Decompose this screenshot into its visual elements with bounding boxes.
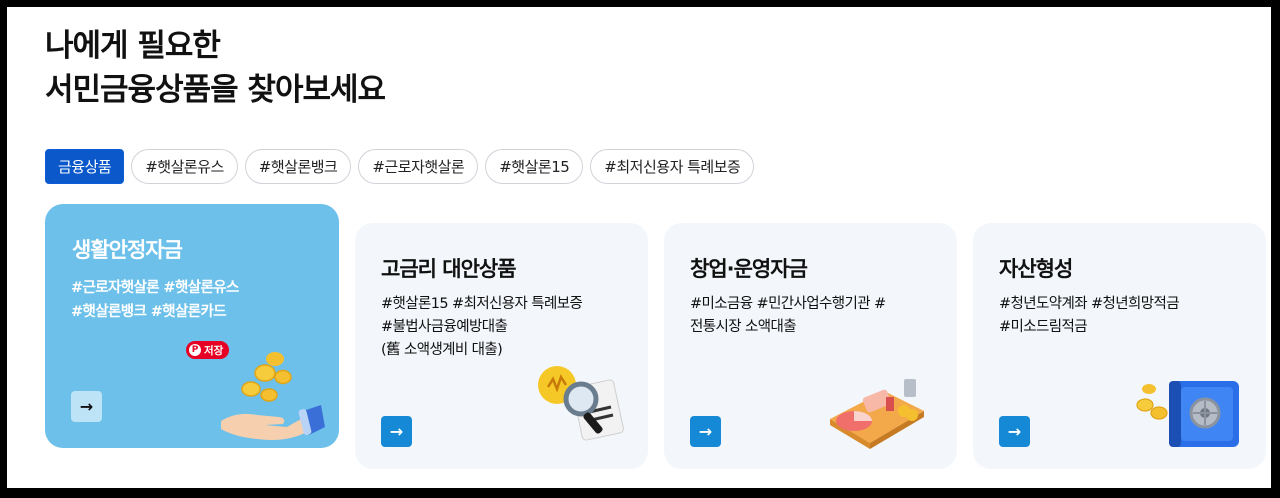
chip-worker-sunshine-loan[interactable]: #근로자햇살론 xyxy=(358,149,479,184)
card-title: 자산형성 xyxy=(999,257,1073,281)
card-tags: #청년도약계좌 #청년희망적금 #미소드림적금 xyxy=(999,293,1180,339)
card-tag-line: #불법사금융예방대출 xyxy=(381,319,508,335)
card-tag-line: #미소금융 #민간사업수행기관 # xyxy=(690,296,886,312)
arrow-button[interactable]: → xyxy=(381,416,412,447)
card-tag-line: 전통시장 소액대출 xyxy=(690,319,797,335)
card-title: 창업·운영자금 xyxy=(690,257,808,281)
card-tag-line: (舊 소액생계비 대출) xyxy=(381,342,503,358)
page-title-line-1: 나에게 필요한 xyxy=(45,28,221,64)
arrow-button[interactable]: → xyxy=(999,416,1030,447)
card-high-interest-alternative[interactable]: 고금리 대안상품 #햇살론15 #최저신용자 특례보증 #불법사금융예방대출 (… xyxy=(355,223,648,469)
pinterest-icon: P xyxy=(189,344,201,356)
card-tags: #근로자햇살론 #햇살론유스 #햇살론뱅크 #햇살론카드 xyxy=(71,276,239,324)
chip-sunshine-loan-15[interactable]: #햇살론15 xyxy=(485,149,584,184)
card-tag-line: #근로자햇살론 #햇살론유스 xyxy=(71,280,239,296)
page-title: 나에게 필요한 서민금융상품을 찾아보세요 xyxy=(45,24,386,112)
arrow-right-icon: → xyxy=(1007,422,1022,441)
card-title: 생활안정자금 xyxy=(72,238,183,262)
chip-lowest-credit-guarantee[interactable]: #최저신용자 특례보증 xyxy=(590,149,755,184)
card-tags: #햇살론15 #최저신용자 특례보증 #불법사금융예방대출 (舊 소액생계비 대… xyxy=(381,293,583,362)
card-living-stability-fund[interactable]: 생활안정자금 #근로자햇살론 #햇살론유스 #햇살론뱅크 #햇살론카드 P 저장… xyxy=(45,204,339,448)
hand-with-coins-icon xyxy=(221,352,325,440)
chip-sunshine-loan-youth[interactable]: #햇살론유스 xyxy=(131,149,238,184)
arrow-right-icon: → xyxy=(698,422,713,441)
card-tag-line: #미소드림적금 xyxy=(999,319,1088,335)
magnifier-document-icon xyxy=(538,366,624,441)
card-tag-line: #청년도약계좌 #청년희망적금 xyxy=(999,296,1180,312)
card-tag-line: #햇살론뱅크 #햇살론카드 xyxy=(71,304,227,320)
category-chip-bar: 금융상품 #햇살론유스 #햇살론뱅크 #근로자햇살론 #햇살론15 #최저신용자… xyxy=(45,149,755,184)
card-asset-formation[interactable]: 자산형성 #청년도약계좌 #청년희망적금 #미소드림적금 → xyxy=(973,223,1266,469)
chip-sunshine-loan-bank[interactable]: #햇살론뱅크 xyxy=(244,149,352,184)
card-startup-operating-fund[interactable]: 창업·운영자금 #미소금융 #민간사업수행기관 # 전통시장 소액대출 → xyxy=(664,223,957,469)
arrow-right-icon: → xyxy=(79,397,94,416)
page-title-line-2: 서민금융상품을 찾아보세요 xyxy=(45,72,386,108)
card-tag-line: #햇살론15 #최저신용자 특례보증 xyxy=(381,296,583,312)
card-tags: #미소금융 #민간사업수행기관 # 전통시장 소액대출 xyxy=(690,293,886,339)
page: 나에게 필요한 서민금융상품을 찾아보세요 금융상품 #햇살론유스 #햇살론뱅크… xyxy=(7,7,1271,488)
safe-coins-icon xyxy=(1136,381,1239,447)
card-title: 고금리 대안상품 xyxy=(381,257,517,281)
arrow-button[interactable]: → xyxy=(690,416,721,447)
chip-financial-products[interactable]: 금융상품 xyxy=(45,149,125,184)
business-chart-icon xyxy=(830,379,924,449)
arrow-button[interactable]: → xyxy=(71,391,102,422)
arrow-right-icon: → xyxy=(389,422,404,441)
